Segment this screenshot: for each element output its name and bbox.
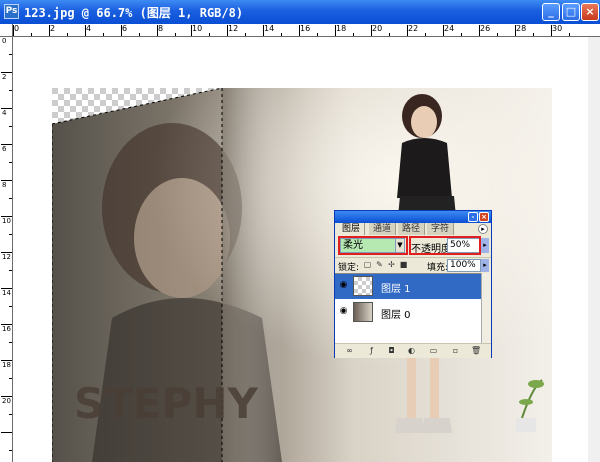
- blend-opacity-row: 柔光 ▼ 不透明度: 50% ▸: [335, 235, 491, 257]
- panel-tabs: 图层 通道 路径 字符: [335, 223, 491, 235]
- fill-slider-button[interactable]: ▸: [481, 259, 489, 272]
- minimize-icon: _: [548, 5, 554, 18]
- new-group-icon[interactable]: ▭: [429, 346, 438, 355]
- layers-scrollbar[interactable]: [481, 273, 491, 343]
- layers-list: ◉ 图层 1 ◉ 图层 0: [335, 273, 481, 344]
- ruler-top-label: 22: [408, 24, 419, 33]
- panel-title-bar[interactable]: - ×: [335, 211, 491, 223]
- ruler-top-label: 14: [264, 24, 275, 33]
- ruler-top-label: 10: [192, 24, 203, 33]
- tab-layers[interactable]: 图层: [338, 223, 366, 235]
- ruler-top-label: 6: [122, 24, 128, 33]
- ruler-top-label: 24: [444, 24, 455, 33]
- fill-input[interactable]: 100%: [447, 259, 481, 272]
- panel-menu-button[interactable]: ▸: [478, 224, 488, 234]
- layer-row[interactable]: ◉ 图层 1: [335, 274, 481, 299]
- ruler-left-label: 16: [2, 325, 11, 333]
- eye-icon[interactable]: ◉: [338, 281, 349, 290]
- panel-bottom-toolbar: ∞ ƒ ◘ ◐ ▭ ▫ 🗑: [335, 343, 491, 358]
- link-layers-icon[interactable]: ∞: [345, 346, 354, 355]
- document-window: Ps 123.jpg @ 66.7% (图层 1, RGB/8) _ □ × 0…: [0, 0, 600, 462]
- vertical-scrollbar[interactable]: [588, 37, 600, 462]
- ruler-top-label: 28: [516, 24, 527, 33]
- ruler-left-label: 2: [2, 73, 7, 81]
- ruler-left-label: 20: [2, 397, 11, 405]
- maximize-icon: □: [565, 5, 577, 18]
- ruler-left-label: 0: [2, 37, 7, 45]
- layer-thumbnail: [353, 302, 373, 322]
- ruler-top-label: 26: [480, 24, 491, 33]
- ruler-left-label: 14: [2, 289, 11, 297]
- eye-icon[interactable]: ◉: [338, 307, 349, 316]
- ruler-top-label: 2: [50, 24, 56, 33]
- ruler-left-label: 12: [2, 253, 11, 261]
- chevron-right-icon: ▸: [483, 241, 487, 249]
- trash-icon[interactable]: 🗑: [471, 346, 481, 355]
- minimize-icon: -: [471, 213, 475, 221]
- ruler-top-label: 16: [300, 24, 311, 33]
- lock-transparent-icon[interactable]: ▢: [363, 260, 372, 270]
- panel-close-button[interactable]: ×: [479, 212, 489, 222]
- chevron-right-icon: ▸: [483, 261, 487, 269]
- ruler-origin[interactable]: [0, 24, 13, 37]
- maximize-button[interactable]: □: [562, 3, 580, 21]
- minimize-button[interactable]: _: [542, 3, 560, 21]
- layer-mask-icon[interactable]: ◘: [387, 346, 396, 355]
- lock-fill-row: 锁定: ▢ ✎ ✢ ■ 填充: 100% ▸: [335, 257, 491, 274]
- blend-mode-highlight: [338, 236, 408, 255]
- lock-image-icon[interactable]: ✎: [375, 260, 384, 270]
- ruler-left-label: 10: [2, 217, 11, 225]
- ruler-top-label: 30: [552, 24, 563, 33]
- close-icon: ×: [481, 213, 487, 221]
- tab-character[interactable]: 字符: [427, 223, 455, 235]
- lock-all-icon[interactable]: ■: [399, 260, 408, 270]
- ps-icon[interactable]: Ps: [4, 4, 19, 19]
- ruler-left-label: 6: [2, 145, 7, 153]
- window-title: 123.jpg @ 66.7% (图层 1, RGB/8): [24, 6, 244, 20]
- layers-panel: - × 图层 通道 路径 字符 ▸ 柔光 ▼ 不透明度: 50% ▸ 锁定: ▢…: [334, 210, 492, 358]
- opacity-highlight: [409, 236, 481, 255]
- close-icon: ×: [585, 5, 595, 18]
- ruler-top-label: 4: [86, 24, 92, 33]
- lock-position-icon[interactable]: ✢: [387, 260, 396, 270]
- ruler-top-label: 12: [228, 24, 239, 33]
- adjustment-layer-icon[interactable]: ◐: [407, 346, 416, 355]
- ruler-top-label: 20: [372, 24, 383, 33]
- lock-label: 锁定:: [338, 263, 360, 273]
- opacity-slider-button[interactable]: ▸: [481, 238, 489, 253]
- ruler-left-label: 18: [2, 361, 11, 369]
- close-button[interactable]: ×: [581, 3, 599, 21]
- layer-name: 图层 0: [381, 310, 411, 321]
- ruler-left-label: 8: [2, 181, 7, 189]
- fill-label: 填充:: [427, 263, 449, 273]
- ruler-top-label: 8: [158, 24, 164, 33]
- layer-thumbnail: [353, 276, 373, 296]
- ruler-top-label: 18: [336, 24, 347, 33]
- ruler-top-label: 0: [14, 24, 20, 33]
- ruler-top[interactable]: 0 2 4 6 8 10 12 14 16 18 20 22 24 26 28 …: [0, 24, 600, 37]
- panel-minimize-button[interactable]: -: [468, 212, 478, 222]
- layer-row[interactable]: ◉ 图层 0: [335, 300, 481, 325]
- title-bar[interactable]: Ps 123.jpg @ 66.7% (图层 1, RGB/8) _ □ ×: [0, 0, 600, 24]
- tab-paths[interactable]: 路径: [398, 223, 426, 235]
- layer-name: 图层 1: [381, 284, 411, 295]
- ruler-left-label: 4: [2, 109, 7, 117]
- photo-text: STEPHY: [74, 379, 259, 428]
- layer-style-icon[interactable]: ƒ: [367, 346, 376, 355]
- tab-channels[interactable]: 通道: [369, 223, 397, 235]
- new-layer-icon[interactable]: ▫: [451, 346, 460, 355]
- ruler-left[interactable]: 0 2 4 6 8 10 12 14 16 18 20: [0, 36, 13, 462]
- panel-menu-icon: ▸: [481, 225, 485, 233]
